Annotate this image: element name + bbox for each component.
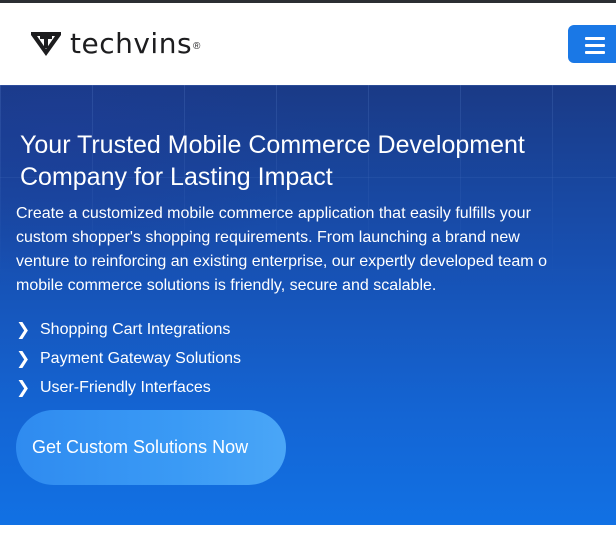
hero-description-line: Create a customized mobile commerce appl… <box>16 205 531 222</box>
feature-item: ❯ Payment Gateway Solutions <box>16 344 241 373</box>
hamburger-menu-icon-bar <box>585 51 605 54</box>
menu-toggle-button[interactable] <box>568 25 616 63</box>
feature-label: User-Friendly Interfaces <box>40 378 211 396</box>
feature-label: Shopping Cart Integrations <box>40 320 231 338</box>
get-custom-solutions-button[interactable]: Get Custom Solutions Now <box>16 410 286 485</box>
hero-description-line: venture to reinforcing an existing enter… <box>16 253 547 270</box>
techvins-logo-icon <box>31 32 61 56</box>
feature-item: ❯ User-Friendly Interfaces <box>16 373 241 402</box>
feature-list: ❯ Shopping Cart Integrations ❯ Payment G… <box>16 315 241 402</box>
hero-description-line: mobile commerce solutions is friendly, s… <box>16 277 437 294</box>
hero-title: Your Trusted Mobile Commerce Development… <box>20 129 610 193</box>
feature-item: ❯ Shopping Cart Integrations <box>16 315 241 344</box>
chevron-right-icon: ❯ <box>16 377 31 397</box>
feature-label: Payment Gateway Solutions <box>40 349 241 367</box>
hero-description-line: custom shopper's shopping requirements. … <box>16 229 520 246</box>
hero-title-line: Company for Lasting Impact <box>20 163 333 191</box>
brand-logo[interactable]: techvins ® <box>30 29 200 59</box>
registered-mark: ® <box>193 40 201 52</box>
hero-title-line: Your Trusted Mobile Commerce Development <box>20 131 525 159</box>
chevron-right-icon: ❯ <box>16 348 31 368</box>
hero-description: Create a customized mobile commerce appl… <box>16 202 616 298</box>
hamburger-menu-icon-bar <box>585 44 605 47</box>
brand-name: techvins <box>70 27 193 60</box>
hero-section: Your Trusted Mobile Commerce Development… <box>0 85 616 525</box>
chevron-right-icon: ❯ <box>16 319 31 339</box>
site-header: techvins ® <box>0 3 616 85</box>
hamburger-menu-icon <box>585 37 605 40</box>
